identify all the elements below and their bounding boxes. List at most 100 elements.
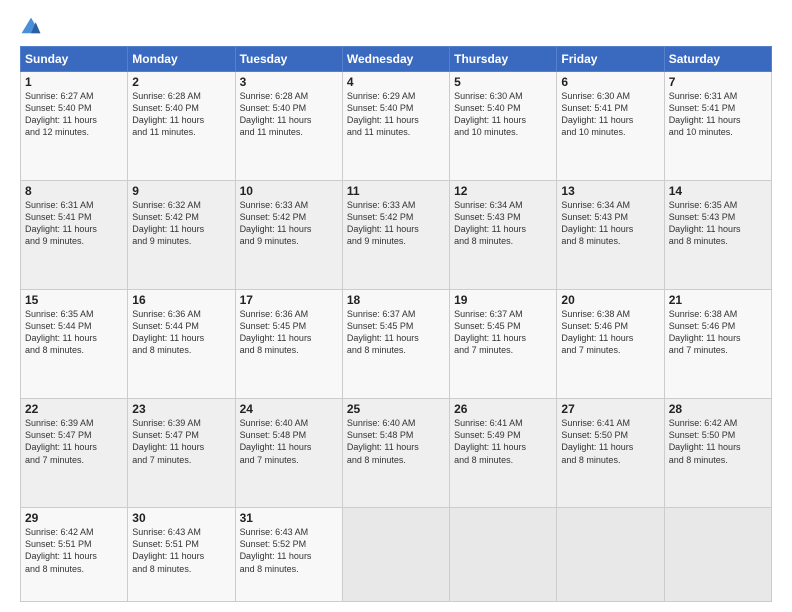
cell-info: Sunrise: 6:38 AMSunset: 5:46 PMDaylight:… [669,308,767,357]
day-number: 27 [561,402,659,416]
day-number: 9 [132,184,230,198]
cell-info: Sunrise: 6:35 AMSunset: 5:43 PMDaylight:… [669,199,767,248]
cell-info: Sunrise: 6:41 AMSunset: 5:49 PMDaylight:… [454,417,552,466]
cell-info: Sunrise: 6:42 AMSunset: 5:51 PMDaylight:… [25,526,123,575]
day-number: 20 [561,293,659,307]
calendar-cell: 22Sunrise: 6:39 AMSunset: 5:47 PMDayligh… [21,399,128,508]
weekday-header-friday: Friday [557,47,664,72]
day-number: 19 [454,293,552,307]
calendar-cell: 13Sunrise: 6:34 AMSunset: 5:43 PMDayligh… [557,181,664,290]
weekday-header-monday: Monday [128,47,235,72]
header [20,16,772,38]
day-number: 16 [132,293,230,307]
calendar-cell: 27Sunrise: 6:41 AMSunset: 5:50 PMDayligh… [557,399,664,508]
cell-info: Sunrise: 6:39 AMSunset: 5:47 PMDaylight:… [132,417,230,466]
calendar-cell: 26Sunrise: 6:41 AMSunset: 5:49 PMDayligh… [450,399,557,508]
cell-info: Sunrise: 6:40 AMSunset: 5:48 PMDaylight:… [240,417,338,466]
day-number: 28 [669,402,767,416]
calendar-cell: 29Sunrise: 6:42 AMSunset: 5:51 PMDayligh… [21,508,128,602]
cell-info: Sunrise: 6:37 AMSunset: 5:45 PMDaylight:… [454,308,552,357]
calendar-cell [557,508,664,602]
cell-info: Sunrise: 6:40 AMSunset: 5:48 PMDaylight:… [347,417,445,466]
day-number: 1 [25,75,123,89]
cell-info: Sunrise: 6:32 AMSunset: 5:42 PMDaylight:… [132,199,230,248]
cell-info: Sunrise: 6:33 AMSunset: 5:42 PMDaylight:… [347,199,445,248]
day-number: 30 [132,511,230,525]
calendar-cell: 19Sunrise: 6:37 AMSunset: 5:45 PMDayligh… [450,290,557,399]
calendar-cell [450,508,557,602]
weekday-header-sunday: Sunday [21,47,128,72]
cell-info: Sunrise: 6:43 AMSunset: 5:51 PMDaylight:… [132,526,230,575]
calendar-cell: 28Sunrise: 6:42 AMSunset: 5:50 PMDayligh… [664,399,771,508]
day-number: 17 [240,293,338,307]
day-number: 12 [454,184,552,198]
page: SundayMondayTuesdayWednesdayThursdayFrid… [0,0,792,612]
cell-info: Sunrise: 6:37 AMSunset: 5:45 PMDaylight:… [347,308,445,357]
day-number: 5 [454,75,552,89]
day-number: 25 [347,402,445,416]
day-number: 18 [347,293,445,307]
cell-info: Sunrise: 6:39 AMSunset: 5:47 PMDaylight:… [25,417,123,466]
calendar-cell: 20Sunrise: 6:38 AMSunset: 5:46 PMDayligh… [557,290,664,399]
cell-info: Sunrise: 6:31 AMSunset: 5:41 PMDaylight:… [25,199,123,248]
calendar-cell: 30Sunrise: 6:43 AMSunset: 5:51 PMDayligh… [128,508,235,602]
cell-info: Sunrise: 6:36 AMSunset: 5:44 PMDaylight:… [132,308,230,357]
calendar-cell: 25Sunrise: 6:40 AMSunset: 5:48 PMDayligh… [342,399,449,508]
calendar-cell: 9Sunrise: 6:32 AMSunset: 5:42 PMDaylight… [128,181,235,290]
day-number: 10 [240,184,338,198]
cell-info: Sunrise: 6:43 AMSunset: 5:52 PMDaylight:… [240,526,338,575]
day-number: 22 [25,402,123,416]
calendar-cell: 7Sunrise: 6:31 AMSunset: 5:41 PMDaylight… [664,72,771,181]
calendar-cell: 18Sunrise: 6:37 AMSunset: 5:45 PMDayligh… [342,290,449,399]
calendar-cell [342,508,449,602]
day-number: 3 [240,75,338,89]
calendar-cell: 8Sunrise: 6:31 AMSunset: 5:41 PMDaylight… [21,181,128,290]
day-number: 24 [240,402,338,416]
weekday-header-tuesday: Tuesday [235,47,342,72]
calendar-cell: 16Sunrise: 6:36 AMSunset: 5:44 PMDayligh… [128,290,235,399]
day-number: 21 [669,293,767,307]
calendar-cell: 21Sunrise: 6:38 AMSunset: 5:46 PMDayligh… [664,290,771,399]
logo [20,16,46,38]
cell-info: Sunrise: 6:30 AMSunset: 5:41 PMDaylight:… [561,90,659,139]
cell-info: Sunrise: 6:28 AMSunset: 5:40 PMDaylight:… [132,90,230,139]
day-number: 31 [240,511,338,525]
cell-info: Sunrise: 6:27 AMSunset: 5:40 PMDaylight:… [25,90,123,139]
cell-info: Sunrise: 6:34 AMSunset: 5:43 PMDaylight:… [561,199,659,248]
day-number: 8 [25,184,123,198]
cell-info: Sunrise: 6:41 AMSunset: 5:50 PMDaylight:… [561,417,659,466]
cell-info: Sunrise: 6:42 AMSunset: 5:50 PMDaylight:… [669,417,767,466]
calendar-cell: 12Sunrise: 6:34 AMSunset: 5:43 PMDayligh… [450,181,557,290]
day-number: 4 [347,75,445,89]
day-number: 15 [25,293,123,307]
calendar-cell: 17Sunrise: 6:36 AMSunset: 5:45 PMDayligh… [235,290,342,399]
calendar-cell: 10Sunrise: 6:33 AMSunset: 5:42 PMDayligh… [235,181,342,290]
cell-info: Sunrise: 6:38 AMSunset: 5:46 PMDaylight:… [561,308,659,357]
day-number: 14 [669,184,767,198]
calendar-cell: 2Sunrise: 6:28 AMSunset: 5:40 PMDaylight… [128,72,235,181]
calendar-table: SundayMondayTuesdayWednesdayThursdayFrid… [20,46,772,602]
cell-info: Sunrise: 6:31 AMSunset: 5:41 PMDaylight:… [669,90,767,139]
day-number: 29 [25,511,123,525]
cell-info: Sunrise: 6:30 AMSunset: 5:40 PMDaylight:… [454,90,552,139]
calendar-cell: 11Sunrise: 6:33 AMSunset: 5:42 PMDayligh… [342,181,449,290]
calendar-cell: 5Sunrise: 6:30 AMSunset: 5:40 PMDaylight… [450,72,557,181]
day-number: 13 [561,184,659,198]
day-number: 7 [669,75,767,89]
calendar-cell: 15Sunrise: 6:35 AMSunset: 5:44 PMDayligh… [21,290,128,399]
calendar-cell: 14Sunrise: 6:35 AMSunset: 5:43 PMDayligh… [664,181,771,290]
calendar-cell [664,508,771,602]
calendar-cell: 4Sunrise: 6:29 AMSunset: 5:40 PMDaylight… [342,72,449,181]
calendar-cell: 1Sunrise: 6:27 AMSunset: 5:40 PMDaylight… [21,72,128,181]
day-number: 11 [347,184,445,198]
cell-info: Sunrise: 6:34 AMSunset: 5:43 PMDaylight:… [454,199,552,248]
logo-icon [20,16,42,38]
cell-info: Sunrise: 6:28 AMSunset: 5:40 PMDaylight:… [240,90,338,139]
calendar-cell: 23Sunrise: 6:39 AMSunset: 5:47 PMDayligh… [128,399,235,508]
day-number: 6 [561,75,659,89]
cell-info: Sunrise: 6:29 AMSunset: 5:40 PMDaylight:… [347,90,445,139]
calendar-cell: 31Sunrise: 6:43 AMSunset: 5:52 PMDayligh… [235,508,342,602]
calendar-cell: 3Sunrise: 6:28 AMSunset: 5:40 PMDaylight… [235,72,342,181]
calendar-cell: 6Sunrise: 6:30 AMSunset: 5:41 PMDaylight… [557,72,664,181]
cell-info: Sunrise: 6:35 AMSunset: 5:44 PMDaylight:… [25,308,123,357]
